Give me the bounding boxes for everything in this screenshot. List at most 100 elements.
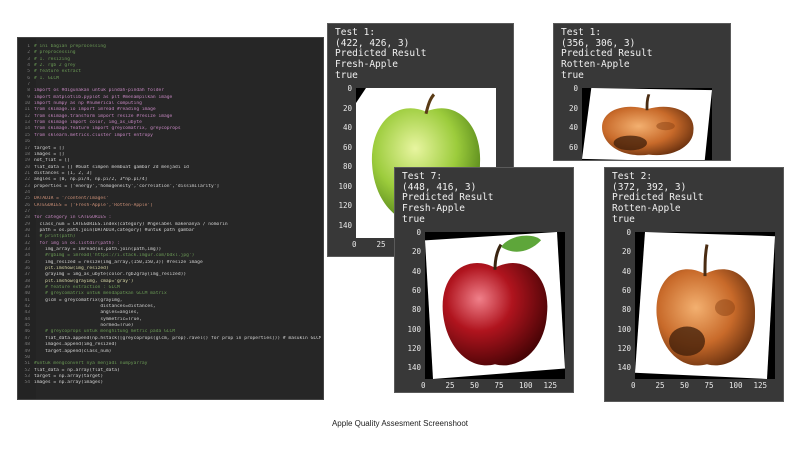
code-text: # 1. GLCM	[34, 75, 59, 81]
prediction-status: true	[561, 69, 584, 81]
code-text: # greycomatrix untuk mendapatkan GLCM ma…	[34, 291, 167, 297]
code-text: distances=distances,	[34, 304, 156, 310]
y-tick-label: 80	[411, 305, 421, 315]
x-tick-label: 75	[704, 381, 714, 390]
test-label: Test 1:	[561, 27, 602, 38]
code-text: not_flat = []	[34, 158, 70, 164]
x-tick-label: 50	[680, 381, 690, 390]
code-text: grayImg = img_as_ubyte(color.rgb2gray(im…	[34, 272, 187, 278]
rotten-apple-image-plot	[582, 88, 712, 160]
code-text: from skimage.feature import greycomatrix…	[34, 126, 181, 132]
code-text: # preprocessing	[34, 50, 76, 56]
code-text: properties = ['energy','homogeneity','co…	[34, 183, 220, 189]
x-tick-label: 100	[729, 381, 743, 390]
y-tick-label: 40	[342, 123, 352, 132]
code-text: #untuk mengconvert nya menjadi numpyarra…	[34, 361, 148, 367]
x-tick-label: 75	[494, 381, 504, 390]
x-tick-label: 50	[470, 381, 480, 390]
code-text: for img in os.listdir(path) :	[34, 240, 120, 246]
y-tick-label: 40	[621, 266, 631, 276]
y-tick-label: 60	[411, 285, 421, 295]
line-number: 54	[24, 380, 30, 386]
code-text: normed=True)	[34, 323, 134, 329]
code-text: # feature extract	[34, 69, 82, 75]
result-heading: Predicted Result	[561, 48, 653, 60]
prediction-label: Rotten-Apple	[612, 203, 681, 215]
y-tick-label: 120	[338, 201, 352, 210]
code-text: img_resized = resize(img_array,(150,150,…	[34, 259, 203, 265]
y-tick-label: 60	[568, 142, 578, 152]
result-heading: Predicted Result	[335, 48, 427, 60]
y-tick-label: 0	[626, 228, 631, 237]
code-text: CATEGORIES = ['Fresh-Apple','Rotten-Appl…	[34, 202, 153, 208]
code-text: from sklearn.metrics.cluster import entr…	[34, 132, 153, 138]
output-panel-test-2-rotten: Test 2: (372, 392, 3) Predicted Result Rott…	[604, 167, 784, 402]
code-text: #rgbImg = imread('https://i.stack.imgur.…	[34, 253, 195, 259]
code-line[interactable]: 54 images = np.array(images)	[22, 380, 321, 386]
y-tick-label: 20	[568, 103, 578, 113]
y-tick-label: 100	[338, 181, 352, 191]
y-tick-label: 80	[342, 162, 352, 171]
y-tick-label: 60	[342, 142, 352, 152]
code-text: flat_data = [] #buat simpen membuat gamb…	[34, 164, 189, 170]
image-shape: (448, 416, 3)	[402, 181, 477, 193]
y-tick-label: 120	[617, 343, 631, 353]
code-text: # print(path)	[34, 234, 76, 240]
code-text: img_array = imread(os.path.join(path,img…	[34, 247, 162, 252]
code-text: for category in CATEGORIES :	[34, 215, 112, 221]
code-text: import numpy as np #numerical computing	[34, 101, 142, 107]
code-text: import os #digunakan untuk pindah-pindah…	[34, 88, 164, 94]
y-tick-label: 80	[621, 305, 631, 315]
figure-caption: Apple Quality Assesment Screenshoot	[331, 419, 469, 428]
code-text: class_num = CATEGORIES.index(category) #…	[34, 221, 228, 227]
y-tick-label: 140	[338, 220, 352, 230]
code-text: distances = [1, 2, 3]	[34, 170, 93, 176]
code-text: # 1. resizing	[34, 56, 70, 62]
code-content[interactable]: 1 # ini bagian preprocessing 2 # preprocess…	[22, 44, 321, 387]
test-label: Test 7:	[402, 171, 443, 182]
y-tick-label: 20	[342, 103, 352, 113]
code-text: plt.imshow(grayImg, cmap='gray')	[34, 278, 134, 284]
y-tick-label: 40	[411, 266, 421, 276]
red-apple-image-plot	[425, 232, 565, 379]
y-tick-label: 20	[621, 247, 631, 257]
code-text: from skimage.transform import resize #re…	[34, 113, 173, 119]
code-text: target.append(class_num)	[34, 348, 112, 354]
test-label: Test 1:	[335, 27, 376, 38]
code-text: flat_data.append(np.hstack([greycoprops(…	[45, 335, 321, 341]
y-tick-label: 20	[411, 247, 421, 257]
y-tick-label: 140	[617, 363, 631, 373]
image-shape: (422, 426, 3)	[335, 37, 410, 49]
result-heading: Predicted Result	[402, 192, 494, 204]
code-text: images = np.array(images)	[34, 380, 104, 386]
x-tick-label: 0	[631, 381, 636, 390]
prediction-label: Rotten-Apple	[561, 59, 630, 71]
code-editor[interactable]: 1 # ini bagian preprocessing 2 # preprocess…	[17, 37, 324, 400]
image-shape: (372, 392, 3)	[612, 181, 687, 193]
output-panel-test-1-rotten: Test 1: (356, 306, 3) Predicted Result Rott…	[553, 23, 731, 161]
x-tick-label: 25	[655, 381, 665, 390]
code-text: flat_data = np.array(flat_data)	[34, 367, 120, 373]
code-text: path = os.path.join(DATADIR,category) #u…	[34, 227, 195, 233]
test-label: Test 2:	[612, 171, 653, 182]
prediction-status: true	[335, 69, 358, 81]
code-text: # feature extraction : GLCM	[34, 285, 120, 291]
y-tick-label: 60	[621, 285, 631, 295]
code-text: angles = [0, np.pi/4, np.pi/2, 3*np.pi/4…	[34, 177, 148, 183]
y-tick-label: 40	[568, 123, 578, 132]
image-shape: (356, 306, 3)	[561, 37, 636, 49]
code-text: target = []	[34, 145, 65, 151]
y-tick-label: 0	[416, 228, 421, 237]
y-tick-label: 120	[407, 343, 421, 353]
code-text: from skimage.io import imread #reading i…	[34, 107, 156, 113]
prediction-status: true	[402, 213, 425, 225]
result-heading: Predicted Result	[612, 192, 704, 204]
code-text: symmetric=True,	[34, 316, 142, 322]
x-tick-label: 25	[445, 381, 455, 390]
code-text: import matplotlib.pyplot as plt #menampi…	[34, 94, 173, 100]
output-panel-test-7-fresh: Test 7: (448, 416, 3) Predicted Result Fres…	[394, 167, 574, 393]
x-tick-label: 25	[376, 240, 386, 249]
x-tick-label: 0	[421, 381, 426, 390]
x-tick-label: 125	[753, 381, 768, 390]
y-tick-label: 140	[407, 363, 421, 373]
